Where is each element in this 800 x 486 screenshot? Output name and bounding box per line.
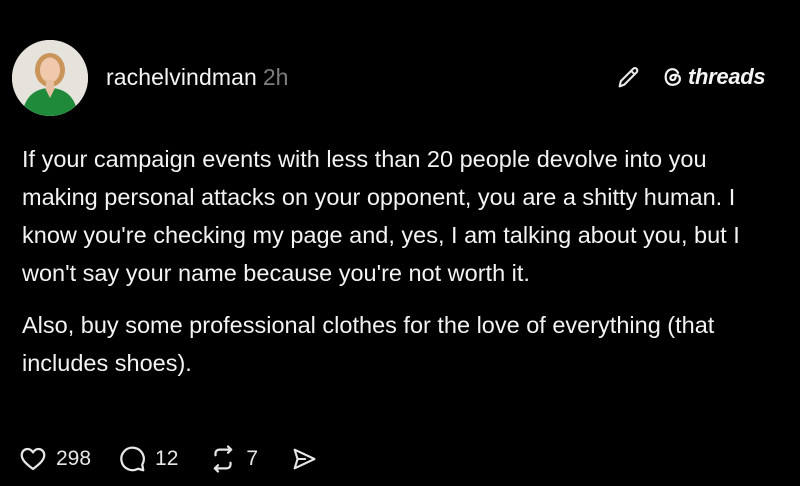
heart-icon bbox=[20, 447, 46, 471]
like-button[interactable]: 298 bbox=[18, 444, 91, 474]
comment-button[interactable]: 12 bbox=[117, 444, 178, 474]
share-icon bbox=[293, 448, 316, 470]
like-count: 298 bbox=[56, 447, 92, 470]
comment-count: 12 bbox=[155, 447, 179, 470]
threads-brand: threads bbox=[662, 62, 766, 92]
repost-count: 7 bbox=[246, 447, 259, 470]
post-timestamp: 2h bbox=[262, 64, 289, 90]
pencil-icon bbox=[618, 67, 639, 88]
post-actions: 298 12 7 bbox=[18, 442, 318, 476]
repost-button[interactable]: 7 bbox=[208, 444, 258, 474]
username[interactable]: rachelvindman bbox=[106, 64, 257, 90]
post-body: If your campaign events with less than 2… bbox=[22, 140, 782, 382]
threads-post: rachelvindman 2h threads If your campaign… bbox=[0, 0, 800, 486]
threads-wordmark: threads bbox=[688, 64, 766, 89]
post-header: rachelvindman 2h bbox=[106, 62, 288, 92]
comment-icon bbox=[120, 446, 145, 472]
repost-icon bbox=[214, 445, 233, 473]
post-paragraph-1: If your campaign events with less than 2… bbox=[22, 146, 740, 286]
post-paragraph-2: Also, buy some professional clothes for … bbox=[22, 312, 715, 376]
threads-logo-icon bbox=[664, 68, 681, 86]
share-button[interactable] bbox=[290, 445, 318, 473]
edit-button[interactable] bbox=[612, 60, 646, 94]
avatar[interactable] bbox=[12, 40, 88, 116]
